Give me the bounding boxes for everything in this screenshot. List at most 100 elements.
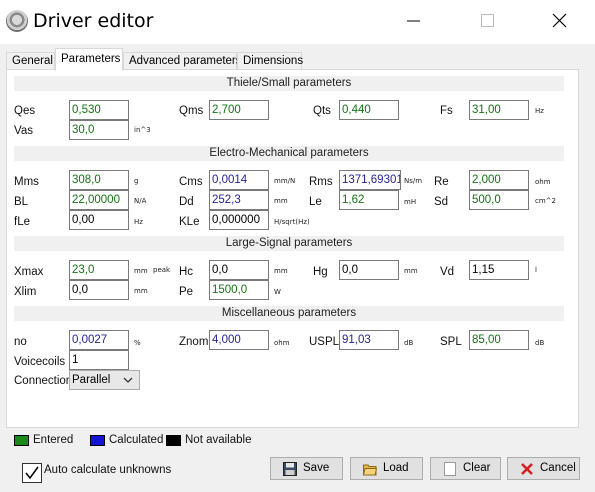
sd-unit: cm^2 xyxy=(535,197,556,205)
uspl-label: USPL xyxy=(309,336,340,348)
sd-label: Sd xyxy=(434,196,449,208)
vas-label: Vas xyxy=(14,125,33,137)
fs-field[interactable]: 31,00 xyxy=(469,100,529,120)
xmax-unit: mm xyxy=(134,267,148,275)
xmax-label: Xmax xyxy=(14,266,44,278)
section-header-thiele-small: Thiele/Small parameters xyxy=(14,76,564,91)
xmax-peak-unit: peak xyxy=(153,266,171,274)
tab-general[interactable]: General xyxy=(6,52,55,70)
section-header-miscellaneous: Miscellaneous parameters xyxy=(14,306,564,321)
rms-label: Rms xyxy=(309,176,333,188)
floppy-disk-icon xyxy=(283,462,297,476)
qts-field[interactable]: 0,440 xyxy=(339,100,399,120)
spl-unit: dB xyxy=(535,339,545,347)
section-header-large-signal: Large-Signal parameters xyxy=(14,236,564,251)
vd-unit: l xyxy=(535,266,537,274)
window-title: Driver editor xyxy=(33,10,154,32)
le-field[interactable]: 1,62 xyxy=(339,190,399,210)
hg-unit: mm xyxy=(404,267,418,275)
load-button[interactable]: Load xyxy=(350,457,423,480)
chevron-down-icon xyxy=(123,377,133,383)
clear-button-label: Clear xyxy=(463,462,491,474)
legend-calculated-swatch xyxy=(90,435,105,446)
xlim-label: Xlim xyxy=(14,286,37,298)
kle-unit: H/sqrt(Hz) xyxy=(274,218,310,226)
dd-field[interactable]: 252,3 xyxy=(209,190,269,210)
dd-unit: mm xyxy=(274,197,288,205)
fle-unit: Hz xyxy=(134,218,143,226)
red-x-icon xyxy=(521,463,533,475)
cms-field[interactable]: 0,0014 xyxy=(209,170,269,190)
save-button[interactable]: Save xyxy=(270,457,343,480)
re-field[interactable]: 2,000 xyxy=(469,170,529,190)
qes-label: Qes xyxy=(14,105,36,117)
legend-entered-swatch xyxy=(14,435,29,446)
uspl-field[interactable]: 91,03 xyxy=(339,330,399,350)
vd-field[interactable]: 1,15 xyxy=(469,260,529,280)
auto-calculate-label: Auto calculate unknowns xyxy=(44,464,172,476)
bl-field[interactable]: 22,00000 xyxy=(69,190,129,210)
tab-advanced-parameters[interactable]: Advanced parameters xyxy=(123,52,242,70)
legend-entered-label: Entered xyxy=(33,434,74,446)
voicecoils-field[interactable]: 1 xyxy=(69,350,129,370)
qms-field[interactable]: 2,700 xyxy=(209,100,269,120)
fle-label: fLe xyxy=(14,216,30,228)
maximize-button[interactable] xyxy=(465,6,511,36)
pe-label: Pe xyxy=(179,286,194,298)
cancel-button-label: Cancel xyxy=(540,462,576,474)
minimize-button[interactable] xyxy=(392,6,438,36)
uspl-unit: dB xyxy=(404,339,414,347)
le-label: Le xyxy=(309,196,322,208)
load-button-label: Load xyxy=(383,462,409,474)
cancel-button[interactable]: Cancel xyxy=(507,457,580,480)
znom-unit: ohm xyxy=(274,339,290,347)
sd-field[interactable]: 500,0 xyxy=(469,190,529,210)
re-label: Re xyxy=(434,176,449,188)
blank-page-icon xyxy=(444,462,456,476)
hc-unit: mm xyxy=(274,267,288,275)
connection-select[interactable]: Parallel xyxy=(69,370,140,390)
mms-unit: g xyxy=(134,177,139,185)
qts-label: Qts xyxy=(313,105,331,117)
hg-field[interactable]: 0,0 xyxy=(339,260,399,280)
mms-field[interactable]: 308,0 xyxy=(69,170,129,190)
fle-field[interactable]: 0,00 xyxy=(69,210,129,230)
znom-field[interactable]: 4,000 xyxy=(209,330,269,350)
bl-label: BL xyxy=(14,196,29,208)
clear-button[interactable]: Clear xyxy=(430,457,501,480)
close-icon xyxy=(552,13,567,28)
tab-parameters[interactable]: Parameters xyxy=(55,48,123,71)
auto-calculate-checkbox[interactable] xyxy=(22,463,42,483)
le-unit: mH xyxy=(404,198,417,206)
xmax-field[interactable]: 23,0 xyxy=(69,260,129,280)
hg-label: Hg xyxy=(313,266,328,278)
voicecoils-label: Voicecoils xyxy=(14,356,66,368)
pe-field[interactable]: 1500,0 xyxy=(209,280,269,300)
spl-field[interactable]: 85,00 xyxy=(469,330,529,350)
xlim-unit: mm xyxy=(134,287,148,295)
qms-label: Qms xyxy=(179,105,204,117)
rms-unit: Ns/m xyxy=(404,177,423,185)
vas-field[interactable]: 30,0 xyxy=(69,120,129,140)
znom-label: Znom xyxy=(179,336,209,348)
spl-label: SPL xyxy=(440,336,462,348)
qes-field[interactable]: 0,530 xyxy=(69,100,129,120)
hc-field[interactable]: 0,0 xyxy=(209,260,269,280)
re-unit: ohm xyxy=(535,178,551,186)
close-button[interactable] xyxy=(537,6,583,36)
no-label: no xyxy=(14,336,27,348)
rms-field[interactable]: 1371,69301 xyxy=(339,170,401,190)
vas-unit: in^3 xyxy=(134,126,151,134)
xlim-field[interactable]: 0,0 xyxy=(69,280,129,300)
connection-selected-value: Parallel xyxy=(72,374,111,386)
legend-calculated-label: Calculated xyxy=(109,434,164,446)
vd-label: Vd xyxy=(440,266,455,278)
speaker-app-icon xyxy=(6,10,28,32)
no-field[interactable]: 0,0027 xyxy=(69,330,129,350)
hc-label: Hc xyxy=(179,266,194,278)
tab-dimensions[interactable]: Dimensions xyxy=(237,52,303,70)
kle-label: KLe xyxy=(179,216,200,228)
legend-not-available-label: Not available xyxy=(185,434,252,446)
kle-field[interactable]: 0,000000 xyxy=(209,210,269,230)
fs-label: Fs xyxy=(440,105,453,117)
